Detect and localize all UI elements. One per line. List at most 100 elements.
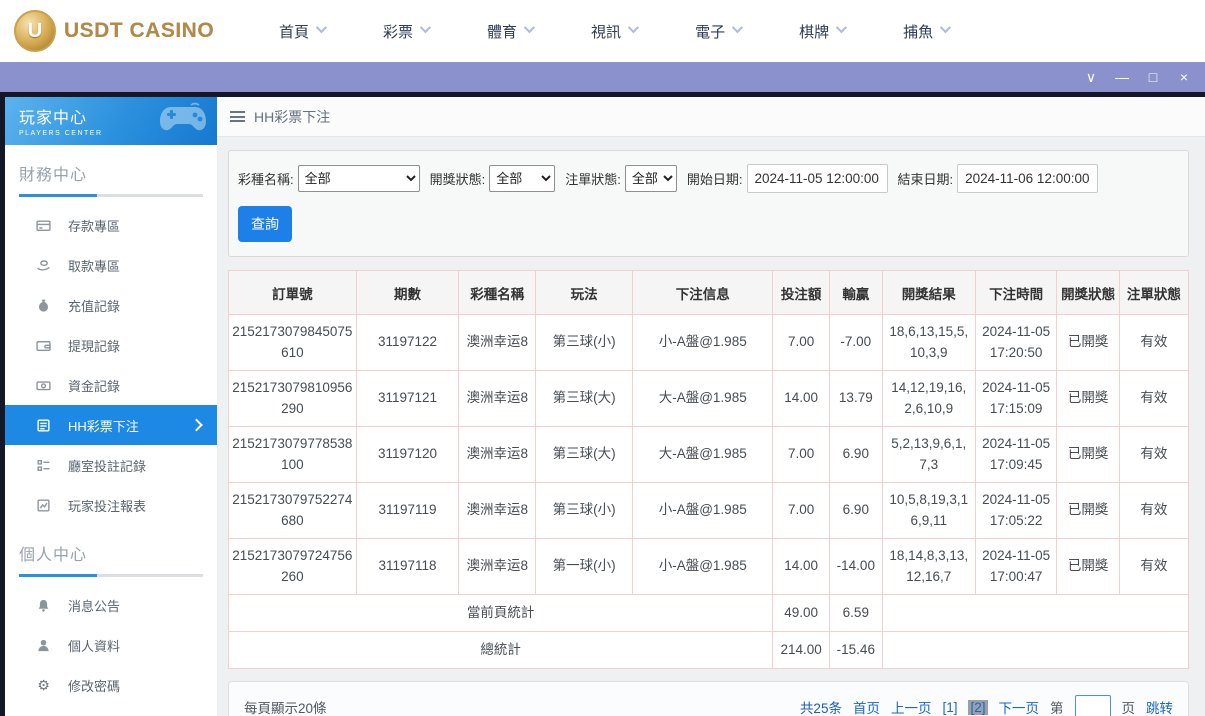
nav-item-live[interactable]: 視訊 — [591, 21, 636, 42]
brand-logo[interactable]: U USDT CASINO — [14, 10, 219, 52]
nav-item-home[interactable]: 首頁 — [279, 21, 324, 42]
col-lottery: 彩種名稱 — [459, 271, 536, 315]
draw-status-label: 開獎狀態: — [430, 169, 486, 188]
order-status-select[interactable]: 全部 — [625, 165, 677, 192]
sidebar-item-withdraw[interactable]: 取款專區 — [5, 245, 217, 285]
sidebar-item-player-bet-report[interactable]: 玩家投注報表 — [5, 485, 217, 525]
main-nav: 首頁 彩票 體育 視訊 電子 棋牌 捕魚 — [279, 21, 948, 42]
col-time: 下注時間 — [975, 271, 1057, 315]
sidebar-item-room-bet-records[interactable]: 廳室投註記錄 — [5, 445, 217, 485]
chevron-down-icon — [732, 22, 743, 33]
top-navbar: U USDT CASINO 首頁 彩票 體育 視訊 電子 棋牌 捕魚 — [0, 0, 1205, 62]
nav-item-fishing[interactable]: 捕魚 — [903, 21, 948, 42]
banknote-icon — [36, 378, 51, 393]
sidebar-item-recharge-records[interactable]: 充值記錄 — [5, 285, 217, 325]
clipboard-list-icon — [36, 458, 51, 473]
window-minimize-icon[interactable]: — — [1113, 70, 1131, 84]
first-page-link[interactable]: 首页 — [853, 697, 880, 716]
col-play: 玩法 — [536, 271, 633, 315]
table-row: 215217307984507561031197122 澳洲幸运8第三球(小) … — [229, 315, 1189, 371]
page-summary-amount: 49.00 — [773, 595, 830, 632]
next-page-link[interactable]: 下一页 — [999, 697, 1040, 716]
total-summary-amount: 214.00 — [773, 632, 830, 669]
jump-prefix: 第 — [1050, 697, 1064, 716]
per-page-text: 每頁顯示20條 — [244, 697, 327, 716]
page-title: HH彩票下注 — [254, 107, 330, 127]
sidebar: 玩家中心 PLAYERS CENTER 財務中心 存款專區 — [5, 97, 217, 716]
window-controls: ∨ — □ × — [1082, 70, 1193, 84]
wallet-icon — [36, 338, 51, 353]
players-center-header: 玩家中心 PLAYERS CENTER — [5, 97, 217, 145]
start-date-input[interactable] — [747, 164, 888, 193]
sidebar-item-hh-lottery-bets[interactable]: HH彩票下注 — [5, 405, 217, 445]
col-order-status: 注單狀態 — [1119, 271, 1188, 315]
section-finance: 財務中心 — [19, 161, 203, 197]
page-1-link[interactable]: [1] — [942, 700, 957, 715]
end-date-label: 結束日期: — [898, 169, 954, 188]
sidebar-item-withdraw-records[interactable]: 提現記錄 — [5, 325, 217, 365]
page-summary-row: 當前頁統計 49.00 6.59 — [229, 595, 1189, 632]
filter-panel: 彩種名稱: 全部 開獎狀態: 全部 注單狀態: 全部 開始日期: 結束日期: 查… — [228, 150, 1189, 257]
prev-page-link[interactable]: 上一页 — [891, 697, 932, 716]
window-maximize-icon[interactable]: □ — [1144, 70, 1162, 84]
finance-menu: 存款專區 取款專區 充值記錄 提現記錄 資金記錄 — [5, 205, 217, 525]
lottery-name-label: 彩種名稱: — [238, 169, 294, 188]
personal-menu: 消息公告 個人資料 ⚙ 修改密碼 — [5, 585, 217, 705]
bell-icon — [36, 598, 51, 613]
col-amount: 投注額 — [773, 271, 830, 315]
table-row: 215217307975227468031197119 澳洲幸运8第三球(小) … — [229, 483, 1189, 539]
sidebar-item-announcements[interactable]: 消息公告 — [5, 585, 217, 625]
chevron-down-icon — [316, 22, 327, 33]
app-window: U USDT CASINO 首頁 彩票 體育 視訊 電子 棋牌 捕魚 ∨ — □… — [0, 0, 1205, 716]
page-summary-winloss: 6.59 — [829, 595, 882, 632]
total-summary-label: 總統計 — [229, 632, 773, 669]
gamepad-icon — [157, 101, 209, 137]
section-personal-title: 個人中心 — [19, 541, 203, 565]
brand-name: USDT CASINO — [64, 19, 214, 43]
window-dropdown-icon[interactable]: ∨ — [1082, 70, 1100, 84]
table-row: 215217307981095629031197121 澳洲幸运8第三球(大) … — [229, 371, 1189, 427]
col-result: 開獎結果 — [882, 271, 975, 315]
jump-suffix: 页 — [1122, 697, 1136, 716]
col-bet-info: 下注信息 — [633, 271, 773, 315]
col-win-loss: 輸贏 — [829, 271, 882, 315]
bets-table: 訂單號 期數 彩種名稱 玩法 下注信息 投注額 輸贏 開獎結果 下注時間 開獎狀… — [228, 270, 1189, 669]
start-date-label: 開始日期: — [687, 169, 743, 188]
main-content: HH彩票下注 彩種名稱: 全部 開獎狀態: 全部 注單狀態: 全部 開始日期: … — [217, 97, 1205, 716]
nav-item-slots[interactable]: 電子 — [695, 21, 740, 42]
section-personal: 個人中心 — [19, 541, 203, 577]
col-order-id: 訂單號 — [229, 271, 357, 315]
table-row: 215217307972475626031197118 澳洲幸运8第一球(小) … — [229, 539, 1189, 595]
nav-item-lottery[interactable]: 彩票 — [383, 21, 428, 42]
sidebar-item-fund-records[interactable]: 資金記錄 — [5, 365, 217, 405]
nav-item-sports[interactable]: 體育 — [487, 21, 532, 42]
sidebar-item-deposit[interactable]: 存款專區 — [5, 205, 217, 245]
chevron-down-icon — [836, 22, 847, 33]
chevron-down-icon — [940, 22, 951, 33]
pagination-bar: 每頁顯示20條 共25条 首页 上一页 [1] [2] 下一页 第 页 跳转 — [228, 681, 1189, 716]
person-icon — [36, 638, 51, 653]
hamburger-menu-icon[interactable] — [230, 111, 245, 122]
chevron-down-icon — [524, 22, 535, 33]
sidebar-item-profile[interactable]: 個人資料 — [5, 625, 217, 665]
order-status-label: 注單狀態: — [565, 169, 621, 188]
end-date-input[interactable] — [957, 164, 1098, 193]
sidebar-item-change-password[interactable]: ⚙ 修改密碼 — [5, 665, 217, 705]
jump-button[interactable]: 跳转 — [1146, 697, 1173, 716]
lottery-name-select[interactable]: 全部 — [298, 165, 420, 192]
window-close-icon[interactable]: × — [1175, 70, 1193, 84]
search-button[interactable]: 查詢 — [238, 206, 292, 242]
table-row: 215217307977853810031197120 澳洲幸运8第三球(大) … — [229, 427, 1189, 483]
section-underline — [19, 194, 203, 197]
page-summary-label: 當前頁統計 — [229, 595, 773, 632]
total-summary-row: 總統計 214.00 -15.46 — [229, 632, 1189, 669]
draw-status-select[interactable]: 全部 — [489, 165, 555, 192]
document-icon — [36, 418, 51, 433]
deposit-card-icon — [36, 218, 51, 233]
table-header-row: 訂單號 期數 彩種名稱 玩法 下注信息 投注額 輸贏 開獎結果 下注時間 開獎狀… — [229, 271, 1189, 315]
section-finance-title: 財務中心 — [19, 161, 203, 185]
nav-item-cards[interactable]: 棋牌 — [799, 21, 844, 42]
page-2-link-current[interactable]: [2] — [968, 700, 987, 715]
window-titlebar: ∨ — □ × — [0, 62, 1205, 92]
jump-page-input[interactable] — [1075, 695, 1111, 716]
